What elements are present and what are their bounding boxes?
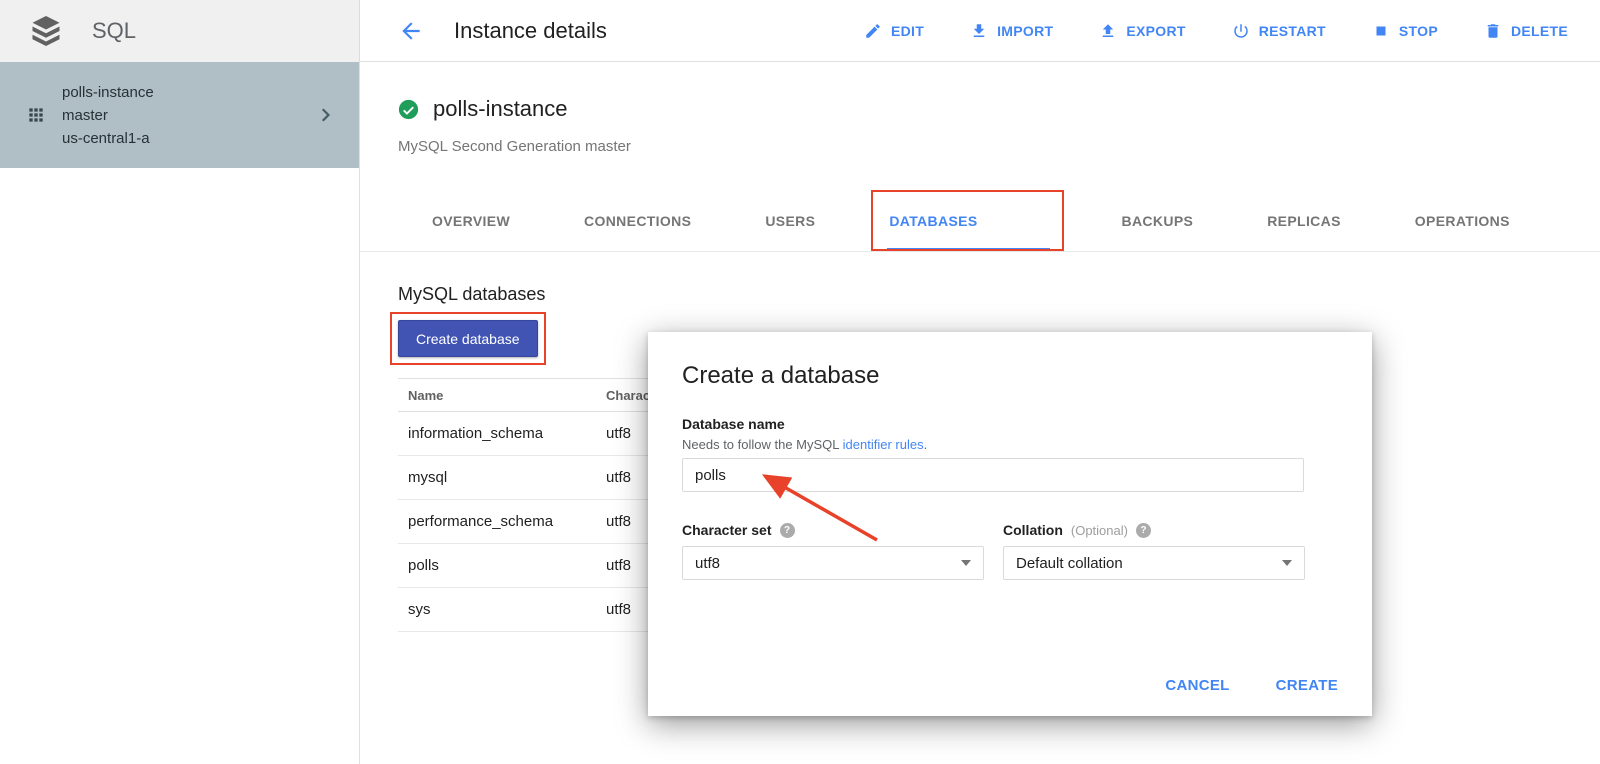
power-icon <box>1232 22 1250 40</box>
charset-label-row: Character set <box>682 522 795 538</box>
sidebar-instance-zone: us-central1-a <box>62 127 154 150</box>
page-header: Instance details EDIT IMPORT EXPORT REST… <box>360 0 1600 62</box>
create-database-dialog: Create a database Database name Needs to… <box>648 332 1372 716</box>
tab-backups[interactable]: BACKUPS <box>1120 190 1196 251</box>
database-name-label: Database name <box>682 416 785 432</box>
edit-label: EDIT <box>891 23 924 39</box>
app-title: SQL <box>92 18 136 44</box>
chevron-down-icon <box>1282 560 1292 566</box>
section-title: MySQL databases <box>398 284 545 305</box>
instance-title-row: polls-instance <box>398 96 568 122</box>
collation-select[interactable]: Default collation <box>1003 546 1305 580</box>
sidebar: polls-instance master us-central1-a <box>0 62 360 764</box>
import-label: IMPORT <box>997 23 1053 39</box>
create-database-wrap: Create database <box>398 320 538 357</box>
header-actions: EDIT IMPORT EXPORT RESTART STOP <box>864 22 1568 40</box>
db-name-cell: sys <box>398 601 606 618</box>
help-icon[interactable] <box>1136 523 1151 538</box>
restart-button[interactable]: RESTART <box>1232 22 1326 40</box>
restart-label: RESTART <box>1259 23 1326 39</box>
grid-icon <box>26 105 46 125</box>
dialog-actions: CANCEL CREATE <box>1165 677 1338 694</box>
collation-label: Collation <box>1003 522 1063 538</box>
database-name-hint: Needs to follow the MySQL identifier rul… <box>682 437 927 452</box>
instance-name: polls-instance <box>433 96 568 122</box>
tab-label: OVERVIEW <box>432 213 510 229</box>
charset-selected-value: utf8 <box>695 555 720 572</box>
db-name-cell: information_schema <box>398 425 606 442</box>
chevron-right-icon[interactable] <box>313 102 339 128</box>
help-icon[interactable] <box>780 523 795 538</box>
sidebar-instance-text: polls-instance master us-central1-a <box>62 81 154 150</box>
instance-subtitle: MySQL Second Generation master <box>398 138 631 155</box>
hint-text: . <box>924 437 928 452</box>
tab-replicas[interactable]: REPLICAS <box>1265 190 1343 251</box>
export-button[interactable]: EXPORT <box>1099 22 1185 40</box>
check-circle-icon <box>398 99 419 120</box>
back-button[interactable] <box>398 18 424 44</box>
tab-label: CONNECTIONS <box>584 213 691 229</box>
database-name-input[interactable] <box>682 458 1304 492</box>
hint-text: Needs to follow the MySQL <box>682 437 843 452</box>
sidebar-item-polls-instance[interactable]: polls-instance master us-central1-a <box>0 62 359 168</box>
collation-selected-value: Default collation <box>1016 555 1123 572</box>
edit-button[interactable]: EDIT <box>864 22 924 40</box>
tab-label: DATABASES <box>889 213 977 229</box>
cloud-sql-logo-icon <box>28 13 64 49</box>
back-arrow-icon <box>398 18 424 44</box>
stop-button[interactable]: STOP <box>1372 22 1438 40</box>
cancel-button[interactable]: CANCEL <box>1165 677 1229 694</box>
tab-databases[interactable]: DATABASES <box>887 190 1049 251</box>
top-bar: SQL Instance details EDIT IMPORT <box>0 0 1600 62</box>
identifier-rules-link[interactable]: identifier rules <box>843 437 924 452</box>
trash-icon <box>1484 22 1502 40</box>
page-title: Instance details <box>454 18 607 44</box>
collation-label-row: Collation (Optional) <box>1003 522 1151 538</box>
db-name-cell: polls <box>398 557 606 574</box>
sidebar-instance-name: polls-instance <box>62 81 154 104</box>
chevron-down-icon <box>961 560 971 566</box>
tab-connections[interactable]: CONNECTIONS <box>582 190 693 251</box>
delete-label: DELETE <box>1511 23 1568 39</box>
export-icon <box>1099 22 1117 40</box>
stop-label: STOP <box>1399 23 1438 39</box>
collation-optional-label: (Optional) <box>1071 523 1128 538</box>
stop-icon <box>1372 22 1390 40</box>
db-name-cell: performance_schema <box>398 513 606 530</box>
tab-label: BACKUPS <box>1122 213 1194 229</box>
tab-label: OPERATIONS <box>1415 213 1510 229</box>
tab-overview[interactable]: OVERVIEW <box>430 190 512 251</box>
tab-label: REPLICAS <box>1267 213 1341 229</box>
dialog-title: Create a database <box>682 362 879 390</box>
db-name-cell: mysql <box>398 469 606 486</box>
tab-bar: OVERVIEW CONNECTIONS USERS DATABASES BAC… <box>360 190 1600 252</box>
tab-users[interactable]: USERS <box>763 190 817 251</box>
tab-operations[interactable]: OPERATIONS <box>1413 190 1512 251</box>
pencil-icon <box>864 22 882 40</box>
screen: SQL Instance details EDIT IMPORT <box>0 0 1600 764</box>
import-button[interactable]: IMPORT <box>970 22 1053 40</box>
sidebar-instance-role: master <box>62 104 154 127</box>
charset-select[interactable]: utf8 <box>682 546 984 580</box>
delete-button[interactable]: DELETE <box>1484 22 1568 40</box>
charset-label: Character set <box>682 522 772 538</box>
import-icon <box>970 22 988 40</box>
app-header: SQL <box>0 0 360 62</box>
export-label: EXPORT <box>1126 23 1185 39</box>
column-header-name: Name <box>398 388 606 403</box>
create-database-button[interactable]: Create database <box>398 320 538 357</box>
tab-label: USERS <box>765 213 815 229</box>
create-button[interactable]: CREATE <box>1276 677 1338 694</box>
